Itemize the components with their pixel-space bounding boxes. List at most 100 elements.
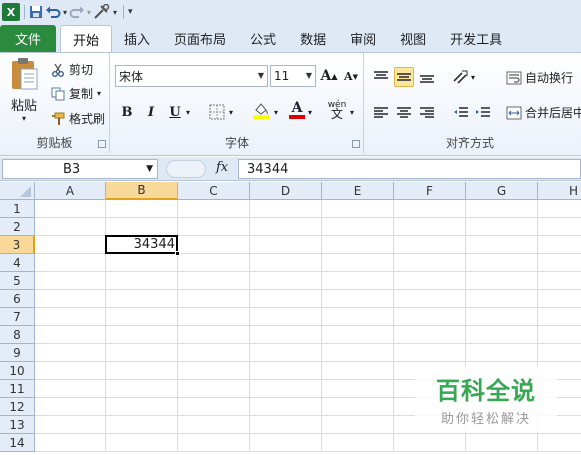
cell-a11[interactable]: [35, 380, 106, 398]
cell-f9[interactable]: [394, 344, 466, 362]
cell-e11[interactable]: [322, 380, 394, 398]
tab-page-layout[interactable]: 页面布局: [162, 25, 238, 52]
cell-e8[interactable]: [322, 326, 394, 344]
decrease-indent-icon[interactable]: [451, 103, 471, 123]
cell-h5[interactable]: [538, 272, 581, 290]
fill-handle[interactable]: [175, 251, 180, 256]
cell-c9[interactable]: [178, 344, 250, 362]
cell-h14[interactable]: [538, 434, 581, 452]
row-header-3[interactable]: 3: [0, 236, 35, 254]
cell-d12[interactable]: [250, 398, 322, 416]
format-painter-button[interactable]: 格式刷: [50, 110, 105, 127]
tab-data[interactable]: 数据: [288, 25, 338, 52]
phonetic-dropdown-icon[interactable]: ▾: [347, 102, 357, 122]
customize-icon[interactable]: ▾: [128, 2, 133, 22]
cell-a5[interactable]: [35, 272, 106, 290]
cell-b6[interactable]: [106, 290, 178, 308]
cell-d5[interactable]: [250, 272, 322, 290]
cell-c11[interactable]: [178, 380, 250, 398]
cell-g6[interactable]: [466, 290, 538, 308]
tab-home[interactable]: 开始: [60, 25, 113, 52]
row-header-5[interactable]: 5: [0, 272, 35, 290]
column-header-g[interactable]: G: [466, 182, 538, 200]
border-icon[interactable]: [207, 102, 227, 122]
excel-icon[interactable]: X: [2, 3, 20, 21]
cell-a1[interactable]: [35, 200, 106, 218]
orientation-dropdown-icon[interactable]: ▾: [468, 67, 478, 87]
cell-b10[interactable]: [106, 362, 178, 380]
increase-font-icon[interactable]: A ▲: [319, 66, 339, 86]
cell-h8[interactable]: [538, 326, 581, 344]
cell-g2[interactable]: [466, 218, 538, 236]
cell-h6[interactable]: [538, 290, 581, 308]
italic-button[interactable]: I: [141, 102, 161, 122]
cell-g4[interactable]: [466, 254, 538, 272]
save-icon[interactable]: [29, 2, 43, 22]
row-header-6[interactable]: 6: [0, 290, 35, 308]
cell-g5[interactable]: [466, 272, 538, 290]
tab-formulas[interactable]: 公式: [238, 25, 288, 52]
cell-d13[interactable]: [250, 416, 322, 434]
cell-c4[interactable]: [178, 254, 250, 272]
cell-a6[interactable]: [35, 290, 106, 308]
cell-g3[interactable]: [466, 236, 538, 254]
row-header-12[interactable]: 12: [0, 398, 35, 416]
cell-a8[interactable]: [35, 326, 106, 344]
cell-h9[interactable]: [538, 344, 581, 362]
cell-d6[interactable]: [250, 290, 322, 308]
row-header-13[interactable]: 13: [0, 416, 35, 434]
cell-d8[interactable]: [250, 326, 322, 344]
cell-a10[interactable]: [35, 362, 106, 380]
cell-h7[interactable]: [538, 308, 581, 326]
cell-a9[interactable]: [35, 344, 106, 362]
row-header-4[interactable]: 4: [0, 254, 35, 272]
row-header-9[interactable]: 9: [0, 344, 35, 362]
cell-a12[interactable]: [35, 398, 106, 416]
clipboard-launcher-icon[interactable]: [98, 140, 106, 148]
cell-c14[interactable]: [178, 434, 250, 452]
tools-icon[interactable]: [93, 2, 111, 22]
cell-c6[interactable]: [178, 290, 250, 308]
cell-d9[interactable]: [250, 344, 322, 362]
copy-button[interactable]: 复制 ▾: [50, 85, 101, 102]
row-header-7[interactable]: 7: [0, 308, 35, 326]
select-all-corner[interactable]: [0, 182, 35, 200]
row-header-1[interactable]: 1: [0, 200, 35, 218]
cell-a13[interactable]: [35, 416, 106, 434]
cell-b7[interactable]: [106, 308, 178, 326]
cell-d7[interactable]: [250, 308, 322, 326]
insert-function-icon[interactable]: fx: [216, 160, 228, 175]
font-size-dropdown-icon[interactable]: ▼: [306, 71, 312, 80]
column-header-h[interactable]: H: [538, 182, 581, 200]
cell-c12[interactable]: [178, 398, 250, 416]
cell-a14[interactable]: [35, 434, 106, 452]
cell-e9[interactable]: [322, 344, 394, 362]
align-middle-icon[interactable]: [394, 67, 414, 87]
bold-button[interactable]: B: [117, 102, 137, 122]
formula-input[interactable]: 34344: [238, 159, 581, 179]
cell-e1[interactable]: [322, 200, 394, 218]
cell-g9[interactable]: [466, 344, 538, 362]
column-header-e[interactable]: E: [322, 182, 394, 200]
undo-icon[interactable]: [45, 2, 61, 22]
row-header-14[interactable]: 14: [0, 434, 35, 452]
cell-d11[interactable]: [250, 380, 322, 398]
cell-b9[interactable]: [106, 344, 178, 362]
cell-b14[interactable]: [106, 434, 178, 452]
column-header-c[interactable]: C: [178, 182, 250, 200]
row-header-8[interactable]: 8: [0, 326, 35, 344]
font-name-dropdown-icon[interactable]: ▼: [258, 71, 264, 80]
tab-developer[interactable]: 开发工具: [438, 25, 514, 52]
cell-c2[interactable]: [178, 218, 250, 236]
cut-button[interactable]: 剪切: [50, 61, 93, 78]
cell-b8[interactable]: [106, 326, 178, 344]
cell-b11[interactable]: [106, 380, 178, 398]
cell-h1[interactable]: [538, 200, 581, 218]
cell-g1[interactable]: [466, 200, 538, 218]
cell-e14[interactable]: [322, 434, 394, 452]
cell-e10[interactable]: [322, 362, 394, 380]
paste-dropdown-icon[interactable]: ▾: [22, 114, 26, 123]
row-header-11[interactable]: 11: [0, 380, 35, 398]
tab-review[interactable]: 审阅: [338, 25, 388, 52]
wrap-text-button[interactable]: 自动换行: [505, 69, 573, 86]
